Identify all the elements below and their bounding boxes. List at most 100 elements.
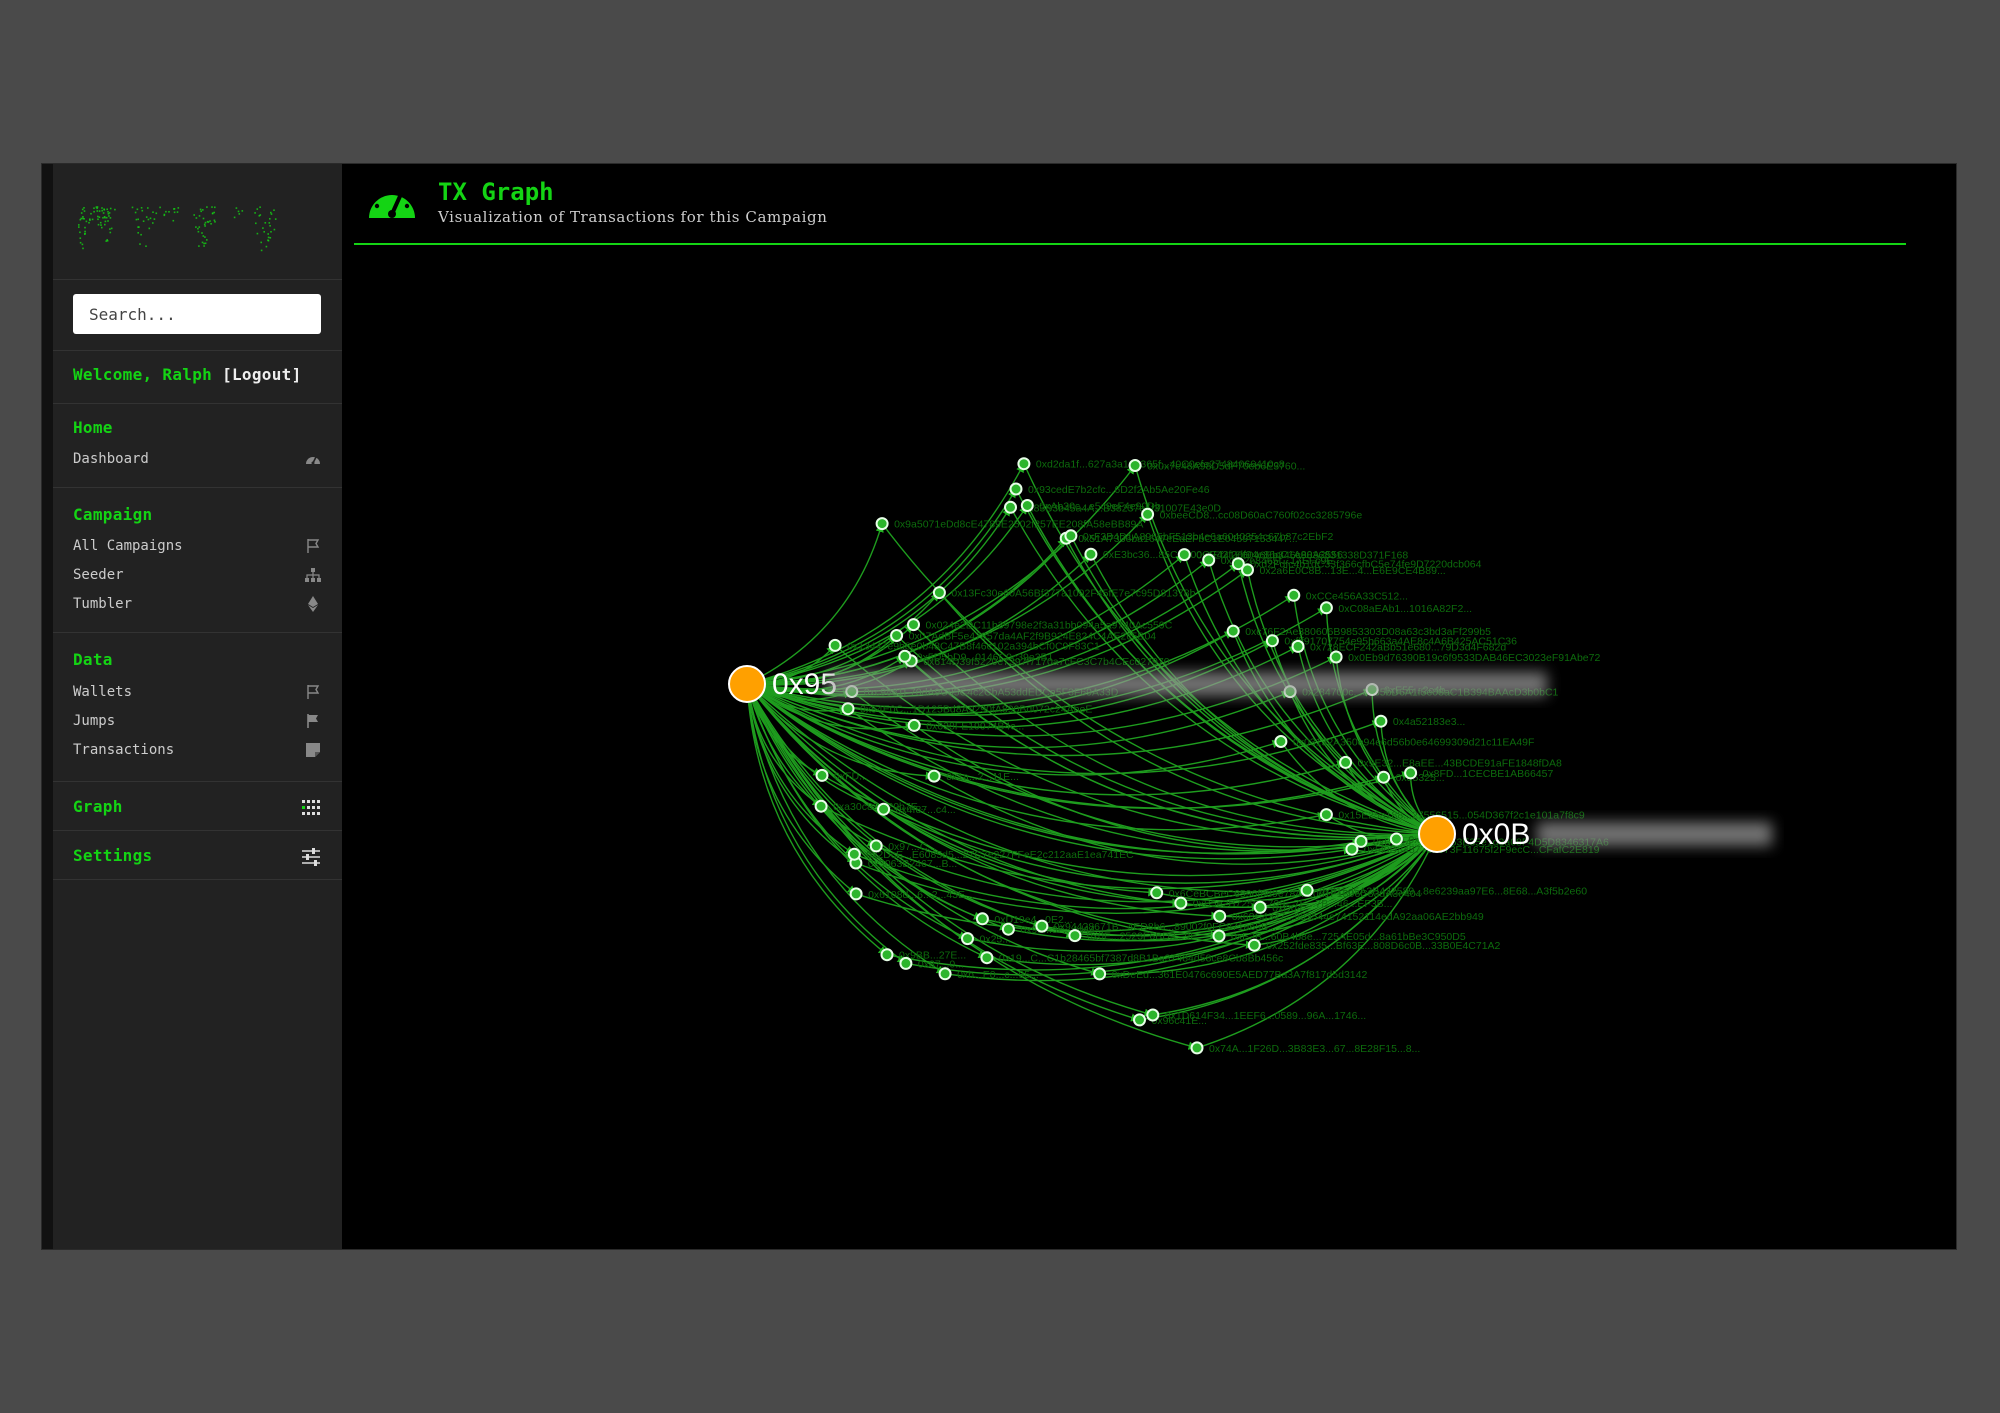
flag-icon [307,714,318,728]
wallet-label: 0x252fde835...Bf63E...808D6c0B...33B0E4C… [1266,940,1500,952]
wallet-node[interactable] [1093,967,1107,981]
wallet-node[interactable] [1345,842,1359,856]
wallet-node[interactable] [907,618,920,632]
wallet-node[interactable] [1146,1008,1160,1022]
wallet-node[interactable] [932,586,946,600]
wallet-node[interactable] [841,702,855,716]
wallet-node[interactable] [1084,547,1098,561]
wallet-label: 0x93cedE7b2cfc...6D2f2Ab5Ae20Fe46 [1028,484,1210,496]
sidebar-item-label: All Campaigns [73,538,183,554]
wallet-node[interactable] [1177,548,1191,562]
wallet-node[interactable] [1389,832,1403,846]
sidebar-item-seeder[interactable]: Seeder [73,565,321,585]
wallet-label: 0x4a52183e3... [1393,716,1465,728]
wallet-node[interactable] [1354,834,1368,848]
sidebar-item-label: Seeder [73,567,124,583]
sidebar-item-label: Settings [73,846,153,865]
wallet-node[interactable] [1319,601,1333,615]
wallet-node[interactable] [961,932,974,946]
wallet-node[interactable] [849,887,863,901]
wallet-node[interactable] [1404,766,1418,780]
wallet-node[interactable] [869,839,883,853]
section-home[interactable]: Home [73,418,113,437]
sidebar-item-transactions[interactable]: Transactions [73,740,321,760]
wallet-node[interactable] [1300,883,1314,897]
wallet-node[interactable] [1253,900,1267,914]
wallet-node[interactable] [1247,938,1261,952]
wallet-node[interactable] [1150,886,1164,900]
wallet-node[interactable] [1339,755,1353,769]
wallet-node[interactable] [1329,650,1343,664]
wallet-node[interactable] [875,517,889,531]
wallet-label: 0x87...0... [918,958,964,970]
wallet-node[interactable] [1017,457,1031,471]
wallet-label: 0x03132A350e94e6d56b0e64699309d21c11EA49… [1293,737,1535,749]
wallet-node[interactable] [1274,735,1288,748]
wallet-label: 0xFD... [834,770,868,782]
wallet-node[interactable] [877,802,891,816]
wallet-node[interactable] [1202,553,1216,567]
sidebar-item-settings[interactable]: Settings [73,846,321,866]
wallet-node[interactable] [880,948,894,962]
wallet-node[interactable] [1141,507,1155,521]
wallet-label: 0x19...C...C1b28465bf7387d8B1Ba37484d58c… [999,953,1283,965]
wallet-node[interactable] [1291,639,1305,653]
wallet-node[interactable] [927,769,941,783]
wallet-node[interactable] [1133,1013,1146,1027]
wallet-node[interactable] [980,951,994,965]
wallet-label: 0x54E0C...1D125Bd8A9290fA890Bd072c24AbeE [860,704,1092,716]
wallet-label: 0xbeeCD8...cc08D60aC760f02cc3285796e [1160,509,1363,521]
wallet-node[interactable] [815,768,829,782]
wallet-label: 0x9d...3F...4d44... [1020,924,1103,936]
wallet-node[interactable] [1265,634,1279,648]
wallet-label: 0x0Eb9d76390B19c6f9533DAB46EC3023eF91Abe… [1348,652,1600,664]
search-input[interactable] [73,294,321,334]
wallet-node[interactable] [1068,929,1082,943]
wallet-node[interactable] [898,649,912,663]
wallet-node[interactable] [847,847,861,861]
wallet-node[interactable] [1287,588,1301,602]
wallet-label: 0x6108d...6...2...43E... [868,889,974,901]
wallet-node[interactable] [1319,808,1333,822]
ascii-art-logo[interactable] [78,198,298,258]
section-data[interactable]: Data [73,650,113,669]
wallet-label: 0x0x7e48A98D5dF70eb6E3760... [1147,461,1305,473]
wallet-node[interactable] [1374,714,1388,728]
sidebar-item-all-campaigns[interactable]: All Campaigns [73,536,321,556]
wallet-node[interactable] [1004,500,1017,514]
sliders-icon [302,848,320,866]
wallet-node[interactable] [1212,929,1226,943]
sidebar-item-graph[interactable]: Graph [73,797,321,816]
sidebar-item-tumbler[interactable]: Tumbler [73,594,321,614]
wallet-node[interactable] [814,799,828,813]
wallet-node[interactable] [1377,770,1391,784]
wallet-node[interactable] [1213,909,1227,923]
hub-node[interactable] [1418,815,1456,853]
sidebar-item-dashboard[interactable]: Dashboard [73,449,321,469]
wallet-node[interactable] [1231,557,1245,571]
wallet-node[interactable] [1001,922,1015,936]
wallet-node[interactable] [828,638,842,652]
wallet-node[interactable] [1174,896,1188,910]
wallet-node[interactable] [890,629,904,642]
logout-link[interactable]: [Logout] [222,365,301,384]
hub-node[interactable] [728,665,766,703]
wallet-label: 0x5D5bD9...0146C0c39e3B1 [917,651,1054,663]
sticky-note-icon [306,743,320,757]
wallet-node[interactable] [907,718,921,732]
section-campaign[interactable]: Campaign [73,505,152,524]
wallet-node[interactable] [1064,529,1078,543]
wallet-node[interactable] [1226,624,1240,638]
sidebar-item-jumps[interactable]: Jumps [73,711,321,731]
wallet-node[interactable] [1020,499,1034,512]
wallet-node[interactable] [1128,459,1142,472]
transaction-graph[interactable]: 0x638FE19974B4c... 0x54E0C...1D125Bd8A929… [342,164,1956,1249]
wallet-label: 0xCCe456A33C512... [1306,590,1408,602]
wallet-node[interactable] [1035,919,1049,933]
wallet-node[interactable] [1009,482,1023,496]
wallet-node[interactable] [899,956,913,970]
wallet-node[interactable] [1190,1041,1204,1055]
sidebar-item-wallets[interactable]: Wallets [73,682,321,702]
wallet-node[interactable] [938,967,952,981]
wallet-node[interactable] [975,912,989,926]
